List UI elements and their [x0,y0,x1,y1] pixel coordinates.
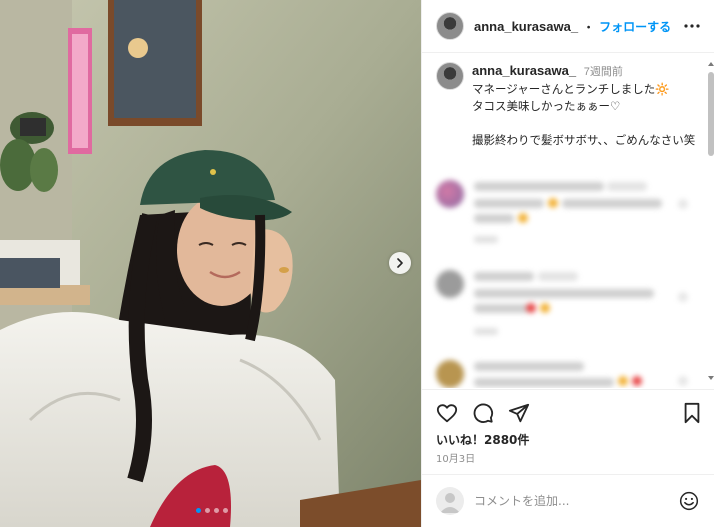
comments-section[interactable]: anna_kurasawa_ 7週間前 マネージャーさんとランチしました🔆 タコ… [422,54,714,388]
add-comment-bar [422,474,714,527]
carousel-dot [223,508,228,513]
follow-button[interactable]: フォローする [599,18,671,35]
comment-item [422,266,714,346]
bookmark-icon[interactable] [682,402,702,424]
comments-scrollbar[interactable] [708,62,714,380]
post-side-panel: anna_kurasawa_ ・ フォローする anna_kurasawa_ 7… [421,0,714,527]
comment-input[interactable] [474,490,664,512]
post-photo[interactable] [0,0,421,527]
post-actions: いいね！2880件 10月3日 [422,389,714,465]
caption-username[interactable]: anna_kurasawa_ [472,63,576,78]
chevron-right-icon [397,258,403,268]
post-caption: anna_kurasawa_ 7週間前 マネージャーさんとランチしました🔆 タコ… [436,62,701,149]
heart-icon[interactable] [436,402,458,424]
avatar[interactable] [436,12,464,40]
comment-icon[interactable] [472,402,494,424]
header-separator: ・ [582,19,596,35]
like-count[interactable]: いいね！2880件 [436,431,529,448]
caption-text: マネージャーさんとランチしました🔆 タコス美味しかったぁぁー♡ 撮影終わりで髪ボ… [472,82,696,147]
carousel-dot [214,508,219,513]
comment-item [422,172,714,252]
next-image-button[interactable] [389,252,411,274]
carousel-dot [196,508,201,513]
carousel-dot [205,508,210,513]
header-username[interactable]: anna_kurasawa_ [474,19,578,34]
avatar [436,487,464,515]
user-icon [440,493,460,513]
more-options-icon[interactable] [683,18,701,34]
emoji-icon[interactable] [679,491,699,511]
avatar[interactable] [436,62,464,90]
post-header: anna_kurasawa_ ・ フォローする [422,0,714,53]
comment-item [422,356,714,388]
post-date[interactable]: 10月3日 [436,450,475,465]
carousel-indicator [196,508,228,513]
photo-image [0,0,421,527]
caption-time: 7週間前 [583,66,623,78]
share-icon[interactable] [508,402,530,424]
